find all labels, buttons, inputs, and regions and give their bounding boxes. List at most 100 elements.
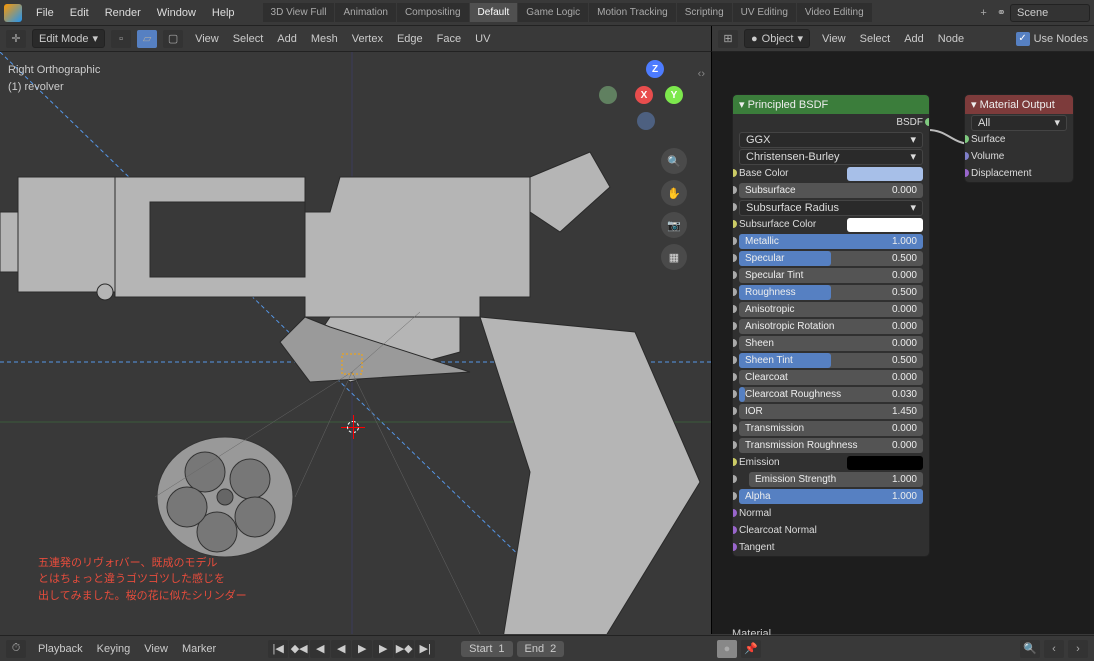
neg-axis-icon[interactable] (599, 86, 617, 104)
node-input-anisotropic-rotation[interactable]: Anisotropic Rotation0.000 (733, 318, 929, 335)
node-input-emission[interactable]: Emission (733, 454, 929, 471)
workspace-tab[interactable]: Animation (335, 3, 395, 22)
timeline-menu-view[interactable]: View (138, 640, 174, 658)
node-input-base-color[interactable]: Base Color (733, 165, 929, 182)
node-input-tangent[interactable]: Tangent (733, 539, 929, 556)
workspace-tab[interactable]: UV Editing (733, 3, 796, 22)
navigation-gizmo[interactable]: Z X Y (627, 64, 683, 120)
play-icon[interactable]: ▶ (352, 640, 372, 658)
zoom-icon[interactable]: 🔍 (661, 148, 687, 174)
scene-icon[interactable]: ⚭ (997, 6, 1006, 19)
workspace-tab[interactable]: Game Logic (518, 3, 588, 22)
header-menu-mesh[interactable]: Mesh (305, 30, 344, 48)
node-input-roughness[interactable]: Roughness0.500 (733, 284, 929, 301)
node-input-subsurface[interactable]: Subsurface0.000 (733, 182, 929, 199)
timeline-menu-keying[interactable]: Keying (91, 640, 137, 658)
header-menu-add[interactable]: Add (271, 30, 303, 48)
timeline-editor-icon[interactable]: ⏱ (6, 640, 26, 658)
neg-axis-icon[interactable] (637, 112, 655, 130)
mode-dropdown[interactable]: Edit Mode▾ (32, 29, 105, 48)
node-input-normal[interactable]: Normal (733, 505, 929, 522)
jump-start-icon[interactable]: |◀ (268, 640, 288, 658)
collapse-icon[interactable]: ‹› (698, 68, 705, 80)
menu-edit[interactable]: Edit (62, 3, 97, 23)
node-input-alpha[interactable]: Alpha1.000 (733, 488, 929, 505)
node-input-clearcoat-roughness[interactable]: Clearcoat Roughness0.030 (733, 386, 929, 403)
pan-icon[interactable]: ✋ (661, 180, 687, 206)
menu-render[interactable]: Render (97, 3, 149, 23)
output-target-select[interactable]: All▾ (971, 115, 1067, 131)
keyframe-next-icon[interactable]: ▶◆ (394, 640, 414, 658)
workspace-tab[interactable]: Video Editing (797, 3, 872, 22)
node-menu-select[interactable]: Select (854, 30, 897, 48)
node-input-specular-tint[interactable]: Specular Tint0.000 (733, 267, 929, 284)
search-icon[interactable]: 🔍 (1020, 640, 1040, 658)
output-socket-volume[interactable]: Volume (965, 148, 1073, 165)
menu-window[interactable]: Window (149, 3, 204, 23)
distribution-select[interactable]: GGX▾ (739, 132, 923, 148)
header-menu-view[interactable]: View (189, 30, 225, 48)
jump-end-icon[interactable]: ▶| (415, 640, 435, 658)
select-mode-vertex-icon[interactable]: ▫ (111, 30, 131, 48)
start-frame-input[interactable]: Start1 (461, 641, 512, 657)
scene-name-input[interactable] (1010, 4, 1090, 22)
chevron-right-icon[interactable]: › (1068, 640, 1088, 658)
material-output-node[interactable]: ▾ Material Output All▾ SurfaceVolumeDisp… (964, 94, 1074, 183)
output-socket-displacement[interactable]: Displacement (965, 165, 1073, 182)
node-input-metallic[interactable]: Metallic1.000 (733, 233, 929, 250)
3d-viewport[interactable]: Right Orthographic (1) revolver Z X Y ‹›… (0, 52, 711, 634)
principled-bsdf-node[interactable]: ▾ Principled BSDF BSDF GGX▾ Christensen-… (732, 94, 930, 557)
pin-icon[interactable]: 📌 (741, 640, 761, 658)
node-input-specular[interactable]: Specular0.500 (733, 250, 929, 267)
subsurface-method-select[interactable]: Christensen-Burley▾ (739, 149, 923, 165)
node-input-subsurface-radius[interactable]: Subsurface Radius▾ (733, 199, 929, 216)
node-menu-node[interactable]: Node (932, 30, 970, 48)
node-input-transmission-roughness[interactable]: Transmission Roughness0.000 (733, 437, 929, 454)
chevron-left-icon[interactable]: ‹ (1044, 640, 1064, 658)
play-reverse-icon[interactable]: ◀ (331, 640, 351, 658)
z-axis-icon[interactable]: Z (646, 60, 664, 78)
bsdf-output-socket[interactable]: BSDF (739, 117, 923, 128)
node-type-dropdown[interactable]: ●Object▾ (744, 29, 810, 48)
node-input-sheen[interactable]: Sheen0.000 (733, 335, 929, 352)
node-input-clearcoat-normal[interactable]: Clearcoat Normal (733, 522, 929, 539)
timeline-menu-marker[interactable]: Marker (176, 640, 222, 658)
header-menu-face[interactable]: Face (431, 30, 467, 48)
camera-icon[interactable]: 📷 (661, 212, 687, 238)
menu-file[interactable]: File (28, 3, 62, 23)
node-input-sheen-tint[interactable]: Sheen Tint0.500 (733, 352, 929, 369)
workspace-tab[interactable]: Default (470, 3, 518, 22)
material-slot-icon[interactable]: ● (717, 640, 737, 658)
node-input-ior[interactable]: IOR1.450 (733, 403, 929, 420)
menu-help[interactable]: Help (204, 3, 243, 23)
workspace-tab[interactable]: Compositing (397, 3, 469, 22)
timeline-menu-playback[interactable]: Playback (32, 640, 89, 658)
x-axis-icon[interactable]: X (635, 86, 653, 104)
perspective-icon[interactable]: ▦ (661, 244, 687, 270)
node-input-transmission[interactable]: Transmission0.000 (733, 420, 929, 437)
workspace-tab[interactable]: 3D View Full (263, 3, 335, 22)
node-input-subsurface-color[interactable]: Subsurface Color (733, 216, 929, 233)
workspace-tab[interactable]: Scripting (677, 3, 732, 22)
node-title[interactable]: ▾ Principled BSDF (733, 95, 929, 114)
node-input-anisotropic[interactable]: Anisotropic0.000 (733, 301, 929, 318)
y-axis-icon[interactable]: Y (665, 86, 683, 104)
plus-icon[interactable]: + (974, 7, 992, 19)
workspace-tab[interactable]: Motion Tracking (589, 3, 676, 22)
node-menu-view[interactable]: View (816, 30, 852, 48)
output-socket-surface[interactable]: Surface (965, 131, 1073, 148)
keyframe-prev-icon[interactable]: ◆◀ (289, 640, 309, 658)
header-menu-select[interactable]: Select (227, 30, 270, 48)
header-menu-vertex[interactable]: Vertex (346, 30, 389, 48)
header-menu-uv[interactable]: UV (469, 30, 496, 48)
header-menu-edge[interactable]: Edge (391, 30, 429, 48)
node-input-clearcoat[interactable]: Clearcoat0.000 (733, 369, 929, 386)
end-frame-input[interactable]: End2 (517, 641, 565, 657)
node-title[interactable]: ▾ Material Output (965, 95, 1073, 114)
node-editor-icon[interactable]: ⊞ (718, 30, 738, 48)
node-editor[interactable]: ▾ Principled BSDF BSDF GGX▾ Christensen-… (711, 52, 1094, 634)
frame-prev-icon[interactable]: ◀ (310, 640, 330, 658)
cursor-tool-icon[interactable]: ✛ (6, 30, 26, 48)
select-mode-edge-icon[interactable]: ▱ (137, 30, 157, 48)
use-nodes-checkbox[interactable]: ✓ (1016, 32, 1030, 46)
